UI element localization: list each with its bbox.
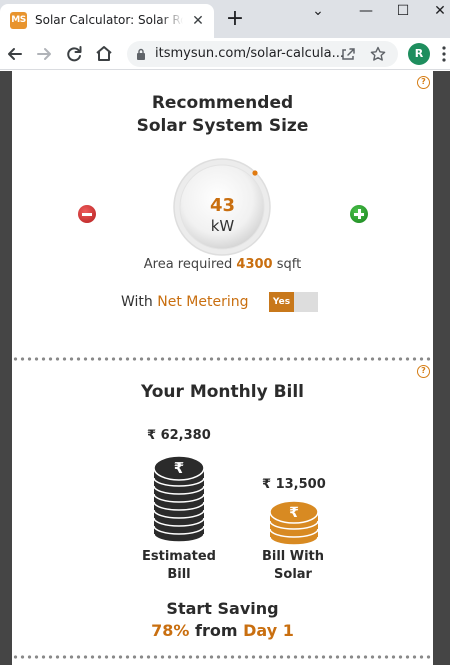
estimated-caption-line2: Bill — [167, 567, 191, 582]
net-metering-label: With Net Metering — [121, 292, 248, 312]
close-window-icon[interactable]: ✕ — [418, 0, 450, 22]
bookmark-star-icon[interactable] — [369, 45, 387, 63]
net-metering-toggle[interactable]: Yes — [269, 292, 318, 312]
system-size-unit: kW — [210, 217, 235, 235]
estimated-caption-line1: Estimated — [142, 549, 216, 564]
help-icon[interactable]: ? — [417, 365, 430, 378]
tab-title: Solar Calculator: Solar Rooftop — [35, 13, 183, 27]
saving-from: from — [195, 621, 238, 640]
increase-size-button[interactable] — [350, 205, 368, 223]
site-favicon-icon: MS — [10, 12, 27, 29]
address-bar[interactable]: itsmysun.com/solar-calcula... — [127, 41, 398, 67]
area-required-value: 4300 — [236, 257, 273, 272]
monthly-bill-title: Your Monthly Bill — [140, 382, 305, 402]
system-size-title-line1: Recommended — [151, 93, 294, 113]
estimated-bill-amount: ₹ 62,380 — [147, 428, 211, 443]
reload-icon[interactable] — [61, 41, 87, 67]
browser-tab[interactable]: MS Solar Calculator: Solar Rooftop ✕ — [0, 4, 214, 38]
toggle-yes-label: Yes — [269, 292, 294, 312]
share-icon[interactable] — [339, 45, 357, 63]
dial-handle-icon — [252, 170, 258, 176]
decrease-size-button[interactable] — [78, 205, 96, 223]
section-divider — [12, 357, 433, 361]
estimated-bill-coin-stack-icon: ₹ — [153, 455, 205, 543]
start-saving-text: Start Saving — [166, 599, 279, 618]
tab-close-icon[interactable]: ✕ — [190, 13, 206, 29]
svg-text:₹: ₹ — [289, 505, 299, 521]
svg-text:₹: ₹ — [174, 459, 184, 477]
back-arrow-icon[interactable] — [2, 41, 28, 67]
system-size-value: 43 — [209, 195, 236, 216]
help-icon[interactable]: ? — [417, 76, 430, 89]
saving-percent: 78% — [151, 621, 190, 640]
solar-caption-line1: Bill With — [261, 549, 325, 564]
forward-arrow-icon[interactable] — [31, 41, 57, 67]
net-metering-prefix: With — [121, 294, 153, 310]
system-size-title-line2: Solar System Size — [136, 116, 309, 136]
saving-day: Day 1 — [243, 621, 294, 640]
saving-percent-line: 78% from Day 1 — [12, 621, 433, 640]
solar-caption-line2: Solar — [274, 567, 312, 582]
new-tab-icon[interactable]: + — [225, 7, 245, 31]
solar-calculator-panel: ? Recommended Solar System Size 43 kW Ar… — [12, 71, 433, 665]
area-required-unit: sqft — [276, 257, 302, 272]
tab-strip: MS Solar Calculator: Solar Rooftop ✕ + ⌄… — [0, 0, 450, 38]
area-required-text: Area required 4300 sqft — [12, 257, 433, 272]
browser-toolbar: itsmysun.com/solar-calcula... R — [0, 38, 450, 70]
browser-menu-icon[interactable] — [440, 44, 448, 64]
net-metering-highlight: Net Metering — [157, 294, 249, 310]
lock-icon[interactable] — [136, 48, 146, 60]
solar-bill-amount: ₹ 13,500 — [262, 477, 326, 492]
profile-avatar[interactable]: R — [408, 43, 430, 65]
area-required-label: Area required — [143, 257, 233, 272]
page-background: ? Recommended Solar System Size 43 kW Ar… — [0, 71, 450, 665]
tab-search-icon[interactable]: ⌄ — [296, 0, 340, 22]
home-icon[interactable] — [91, 41, 117, 67]
solar-bill-caption: Bill With Solar — [243, 548, 343, 584]
section-divider — [12, 655, 433, 659]
estimated-bill-caption: Estimated Bill — [129, 548, 229, 584]
solar-bill-coin-stack-icon: ₹ — [269, 500, 319, 546]
url-text[interactable]: itsmysun.com/solar-calcula... — [155, 46, 345, 62]
